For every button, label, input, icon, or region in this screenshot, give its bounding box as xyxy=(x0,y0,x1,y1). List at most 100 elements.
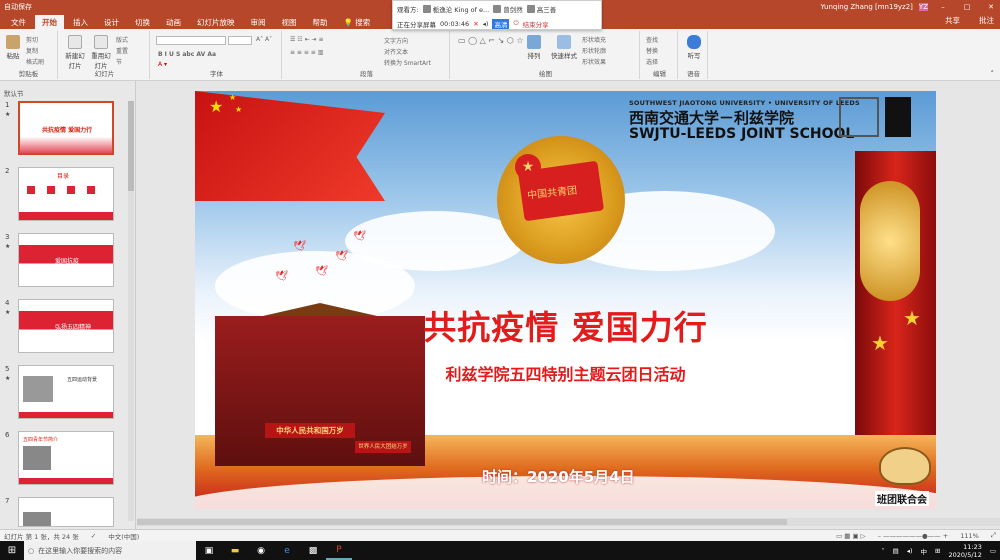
zoom-level[interactable]: 111% xyxy=(960,532,979,540)
media-app-icon[interactable]: ▩ xyxy=(300,541,326,560)
tab-search[interactable]: 💡 搜索 xyxy=(337,15,378,29)
slide-thumb[interactable]: 爱国抗疫 xyxy=(18,233,114,287)
ime-mode-icon[interactable]: ⊞ xyxy=(935,547,940,555)
tab-design[interactable]: 设计 xyxy=(97,15,126,29)
tab-animations[interactable]: 动画 xyxy=(159,15,188,29)
university-logo-icon xyxy=(885,97,911,137)
slide-thumb[interactable]: 弘扬五四精神 xyxy=(18,299,114,353)
tab-transitions[interactable]: 切换 xyxy=(128,15,157,29)
font-color-icon[interactable]: A ▾ xyxy=(158,61,167,68)
viewer-chip[interactable]: 曾剑然 xyxy=(493,4,523,14)
cortana-icon: ○ xyxy=(28,546,35,555)
steam-icon[interactable]: ◉ xyxy=(248,541,274,560)
select-button[interactable]: 选择 xyxy=(646,57,658,66)
tab-view[interactable]: 视图 xyxy=(275,15,304,29)
font-family-select[interactable] xyxy=(156,36,226,45)
taskbar-search[interactable]: ○ 在这里输入你要搜索的内容 xyxy=(24,541,196,560)
font-grow-icon[interactable]: A˄ A˅ xyxy=(256,36,272,43)
view-buttons[interactable]: ▭ ▦ ▣ ▷ xyxy=(836,532,866,540)
dictate-button[interactable]: 听写 xyxy=(684,35,704,60)
tab-help[interactable]: 帮助 xyxy=(306,15,335,29)
sharing-status: 正在分享屏幕 xyxy=(397,20,436,29)
tray-arrow-icon[interactable]: ˄ xyxy=(881,547,884,555)
layout-button[interactable]: 版式 xyxy=(116,35,128,44)
comment-button[interactable]: 批注 xyxy=(979,15,994,26)
slide-subtitle[interactable]: 利兹学院五四特别主题云团日活动 xyxy=(195,361,936,385)
smartart-button[interactable]: 转换为 SmartArt xyxy=(384,58,431,67)
mic-muted-icon[interactable]: ✕ xyxy=(473,20,478,28)
edge-icon[interactable]: e xyxy=(274,541,300,560)
cut-button[interactable]: 剪切 xyxy=(26,35,38,44)
copy-button[interactable]: 复制 xyxy=(26,46,38,55)
minimize-icon[interactable]: – xyxy=(938,3,948,11)
explorer-icon[interactable]: ▬ xyxy=(222,541,248,560)
slide-thumb[interactable] xyxy=(18,497,114,527)
shape-outline-button[interactable]: 形状轮廓 xyxy=(582,46,606,55)
font-style-buttons[interactable]: B I U S abc AV Aa xyxy=(158,51,216,58)
replace-button[interactable]: 替换 xyxy=(646,46,658,55)
list-buttons[interactable]: ☰ ☷ ⇤ ⇥ ≡ xyxy=(290,36,323,43)
slide-thumb[interactable]: 目录 xyxy=(18,167,114,221)
font-size-select[interactable] xyxy=(228,36,252,45)
task-view-icon[interactable]: ▣ xyxy=(196,541,222,560)
shape-fill-button[interactable]: 形状填充 xyxy=(582,35,606,44)
slide-thumb[interactable]: 五四青年节简介 xyxy=(18,431,114,485)
new-slide-button[interactable]: 新建幻灯片 xyxy=(64,35,86,70)
current-slide[interactable]: ★ ★ ★ 🕊 🕊 🕊 🕊 🕊 ★ 中国共青团 SOUTHWEST JIAOTO… xyxy=(195,91,936,509)
university-crest-icon xyxy=(839,97,879,137)
tab-slideshow[interactable]: 幻灯片放映 xyxy=(190,15,242,29)
zoom-slider[interactable]: – ——————●—— + xyxy=(878,532,949,540)
notification-icon[interactable]: ▭ xyxy=(990,547,996,555)
thumbnail-scrollbar[interactable] xyxy=(128,101,134,521)
ime-indicator[interactable]: 中 xyxy=(921,546,928,556)
tab-review[interactable]: 审阅 xyxy=(244,15,273,29)
dove-icon: 🕊 xyxy=(293,241,306,252)
format-painter-button[interactable]: 格式刷 xyxy=(26,57,44,66)
network-icon[interactable]: ▤ xyxy=(893,547,899,555)
user-avatar[interactable]: YZ xyxy=(918,3,928,11)
arrange-button[interactable]: 排列 xyxy=(522,35,546,60)
thumb-number: 4 xyxy=(5,299,10,307)
quick-styles-button[interactable]: 快速样式 xyxy=(550,35,578,60)
align-buttons[interactable]: ≡ ≡ ≡ ≡ ▥ xyxy=(290,49,323,56)
speaker-icon[interactable]: ◂) xyxy=(483,20,489,28)
align-text-button[interactable]: 对齐文本 xyxy=(384,47,408,56)
hd-quality[interactable]: 高清 xyxy=(492,18,510,29)
shapes-gallery[interactable]: ▭ ◯ △ ⌐ ↘ ⬡ ☆ xyxy=(458,36,523,45)
powerpoint-icon[interactable]: P xyxy=(326,541,352,560)
viewer-chip[interactable]: 高三善 xyxy=(526,4,556,14)
slide-thumb[interactable]: 五四运动背景 xyxy=(18,365,114,419)
volume-icon[interactable]: ◂) xyxy=(907,547,913,555)
user-name: Yunqing Zhang [mn19yz2] xyxy=(820,3,913,11)
thumb-number: 1 xyxy=(5,101,10,109)
collapse-ribbon-icon[interactable]: ˄ xyxy=(991,70,995,78)
reset-button[interactable]: 重置 xyxy=(116,46,128,55)
shape-effects-button[interactable]: 形状效果 xyxy=(582,57,606,66)
windows-start-icon[interactable]: ⊞ xyxy=(0,541,24,560)
text-direction-button[interactable]: 文字方向 xyxy=(384,36,408,45)
maximize-icon[interactable]: □ xyxy=(962,3,972,11)
close-icon[interactable]: ✕ xyxy=(986,3,996,11)
group-drawing: ▭ ◯ △ ⌐ ↘ ⬡ ☆ 排列 快速样式 形状填充 形状轮廓 形状效果 绘图 xyxy=(452,31,640,79)
reuse-slides-button[interactable]: 重用幻灯片 xyxy=(90,35,112,70)
paste-button[interactable]: 粘贴 xyxy=(4,35,22,60)
share-button[interactable]: 共享 xyxy=(945,15,960,26)
slide-thumb[interactable]: 共抗疫情 爱国力行 xyxy=(18,101,114,155)
viewer-chip[interactable]: 栀逸沦 King of e... xyxy=(422,4,489,14)
section-header[interactable]: 默认节 xyxy=(4,88,24,98)
canvas-scrollbar[interactable] xyxy=(137,518,1000,526)
event-date[interactable]: 时间：2020年5月4日 xyxy=(482,466,635,487)
end-share-button[interactable]: 结束分享 xyxy=(523,19,549,29)
autosave-label[interactable]: 自动保存 xyxy=(4,2,32,12)
section-button[interactable]: 节 xyxy=(116,57,122,66)
fit-slide-icon[interactable]: ⤢ xyxy=(991,531,996,540)
find-button[interactable]: 查找 xyxy=(646,35,658,44)
group-font: A˄ A˅ B I U S abc AV Aa A ▾ 字体 xyxy=(152,31,282,79)
language-indicator[interactable]: 中文(中国) xyxy=(108,531,139,541)
tab-file[interactable]: 文件 xyxy=(4,15,33,29)
spellcheck-icon[interactable]: ✓ xyxy=(91,532,96,540)
tab-insert[interactable]: 插入 xyxy=(66,15,95,29)
tab-home[interactable]: 开始 xyxy=(35,15,64,29)
taskbar-clock[interactable]: 11:23 2020/5/12 xyxy=(949,543,982,559)
slide-title[interactable]: 共抗疫情 爱国力行 xyxy=(195,301,936,349)
